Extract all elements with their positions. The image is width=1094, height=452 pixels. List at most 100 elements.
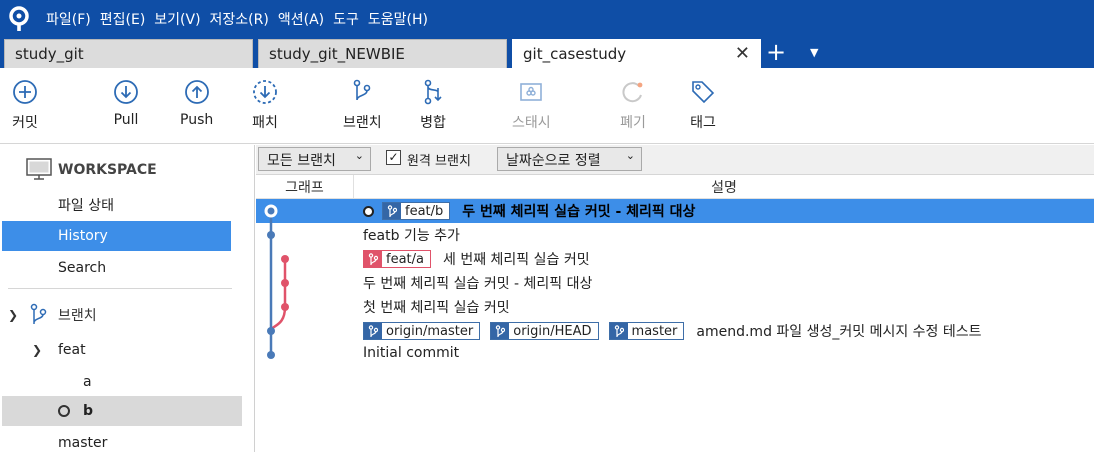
chevron-down-icon[interactable]: ❯ (8, 308, 18, 322)
tag-icon (692, 81, 715, 104)
sidebar-item-label: Search (58, 260, 107, 276)
sidebar-item-search[interactable]: Search (0, 253, 242, 283)
branch-filter-dropdown[interactable]: 모든 브랜치 ⌄ (258, 147, 371, 171)
graph-line-branch-merge (269, 306, 287, 332)
menu-edit[interactable]: 편집(E) (100, 9, 146, 29)
graph-commit-node (281, 255, 289, 263)
branch-ref-label[interactable]: feat/b (382, 202, 451, 220)
commit-message: 세 번째 체리픽 실습 커밋 (442, 252, 590, 268)
discard-button[interactable]: 폐기 (619, 78, 647, 132)
sidebar-branch-master[interactable]: master (0, 428, 242, 452)
graph-head-node-center (267, 207, 275, 215)
branch-group-label: feat (58, 342, 86, 358)
push-icon (184, 80, 209, 104)
push-button[interactable]: Push (180, 78, 213, 128)
current-branch-icon (58, 405, 70, 417)
branch-label: b (83, 403, 94, 419)
tab-study-git[interactable]: study_git (4, 39, 253, 68)
stash-icon (520, 83, 543, 101)
chevron-down-icon: ⌄ (354, 149, 364, 162)
merge-icon (424, 79, 442, 105)
commit-description: origin/master origin/HEAD master amend.md 파… (363, 321, 982, 341)
sidebar: WORKSPACE 파일 상태 History Search ❯ 브랜치 ❯ f… (0, 145, 255, 452)
tab-label: study_git (15, 45, 84, 63)
chevron-down-icon[interactable]: ▼ (810, 46, 818, 59)
branch-ref-label[interactable]: origin/master (363, 322, 481, 340)
add-tab-icon[interactable]: + (766, 40, 786, 64)
commit-button[interactable]: 커밋 (11, 78, 39, 132)
sidebar-branches-header[interactable]: ❯ 브랜치 (0, 300, 242, 330)
commit-description: 두 번째 체리픽 실습 커밋 - 체리픽 대상 (363, 273, 592, 293)
commit-row[interactable]: 두 번째 체리픽 실습 커밋 - 체리픽 대상 (256, 271, 1094, 295)
tab-label: study_git_NEWBIE (269, 45, 405, 63)
head-indicator-icon (363, 205, 374, 217)
commit-row[interactable]: featb 기능 추가 (256, 223, 1094, 247)
discard-icon (622, 82, 643, 103)
branch-ref-name: origin/HEAD (513, 323, 592, 339)
commit-row[interactable]: origin/master origin/HEAD master amend.md 파… (256, 319, 1094, 343)
branch-icon (364, 251, 382, 267)
sort-value: 날짜순으로 정렬 (506, 153, 601, 169)
menu-repository[interactable]: 저장소(R) (210, 9, 269, 29)
branch-icon (383, 203, 401, 219)
branch-ref-label[interactable]: origin/HEAD (490, 322, 599, 340)
sidebar-item-history[interactable]: History (2, 221, 231, 251)
menu-view[interactable]: 보기(V) (154, 9, 200, 29)
menu-bar: 파일(F) 편집(E) 보기(V) 저장소(R) 액션(A) 도구 도움말(H) (0, 0, 1094, 38)
column-header-description[interactable]: 설명 (354, 175, 1094, 199)
monitor-icon (26, 158, 52, 180)
remote-branches-checkbox[interactable]: ✓ (386, 150, 401, 165)
tab-study-git-newbie[interactable]: study_git_NEWBIE (258, 39, 507, 68)
commit-graph (264, 204, 289, 359)
commit-description: 첫 번째 체리픽 실습 커밋 (363, 297, 510, 317)
commit-row[interactable]: Initial commit (256, 343, 1094, 367)
commit-description: feat/b 두 번째 체리픽 실습 커밋 - 체리픽 대상 (363, 201, 695, 221)
history-filter-bar: 모든 브랜치 ⌄ ✓ 원격 브랜치 날짜순으로 정렬 ⌄ (256, 145, 1094, 175)
branch-ref-name: origin/master (386, 323, 474, 339)
sidebar-branch-group-feat[interactable]: ❯ feat (0, 335, 242, 365)
commit-row[interactable]: 첫 번째 체리픽 실습 커밋 (256, 295, 1094, 319)
sort-dropdown[interactable]: 날짜순으로 정렬 ⌄ (497, 147, 642, 171)
branch-label: a (83, 374, 92, 390)
tab-git-casestudy[interactable]: git_casestudy ✕ (512, 39, 761, 68)
menu-actions[interactable]: 액션(A) (278, 9, 324, 29)
close-icon[interactable]: ✕ (735, 43, 750, 64)
stash-button[interactable]: 스태시 (512, 78, 551, 132)
commit-row[interactable]: feat/b 두 번째 체리픽 실습 커밋 - 체리픽 대상 (256, 199, 1094, 223)
branch-icon (354, 79, 371, 101)
graph-commit-node (281, 279, 289, 287)
graph-commit-node (267, 351, 275, 359)
menu-help[interactable]: 도움말(H) (368, 9, 428, 29)
graph-commit-node (267, 231, 275, 239)
sidebar-branch-feat-a[interactable]: a (0, 367, 242, 397)
commit-icon (13, 80, 37, 104)
column-header-graph[interactable]: 그래프 (256, 175, 354, 199)
branch-ref-label[interactable]: master (608, 322, 685, 340)
commit-row[interactable]: feat/a 세 번째 체리픽 실습 커밋 (256, 247, 1094, 271)
repo-tab-bar: study_git study_git_NEWBIE git_casestudy… (0, 38, 1094, 68)
merge-button[interactable]: 병합 (419, 78, 447, 132)
commit-message: Initial commit (363, 345, 460, 361)
sidebar-branch-feat-b[interactable]: b (2, 396, 242, 426)
commit-message: 두 번째 체리픽 실습 커밋 - 체리픽 대상 (363, 276, 593, 292)
commit-message: 첫 번째 체리픽 실습 커밋 (363, 300, 510, 316)
commit-message: amend.md 파일 생성_커밋 메시지 수정 테스트 (696, 324, 982, 340)
branch-icon (364, 323, 382, 339)
sidebar-item-label: History (58, 228, 108, 244)
branch-ref-label[interactable]: feat/a (363, 250, 431, 268)
menu-tools[interactable]: 도구 (333, 9, 359, 29)
commit-description: featb 기능 추가 (363, 225, 460, 245)
pull-button[interactable]: Pull (112, 78, 140, 128)
commit-list: feat/b 두 번째 체리픽 실습 커밋 - 체리픽 대상 featb 기능 추가… (256, 199, 1094, 452)
commit-description: feat/a 세 번째 체리픽 실습 커밋 (363, 249, 590, 269)
branch-icon (30, 303, 47, 324)
patch-button[interactable]: 패치 (251, 78, 279, 132)
chevron-down-icon[interactable]: ❯ (32, 343, 42, 357)
sidebar-item-file-status[interactable]: 파일 상태 (0, 190, 242, 220)
remote-branches-label: 원격 브랜치 (407, 154, 471, 169)
branch-ref-name: feat/a (386, 251, 424, 267)
menu-file[interactable]: 파일(F) (46, 9, 91, 29)
patch-icon (253, 80, 277, 104)
tag-button[interactable]: 태그 (689, 78, 717, 132)
branch-button[interactable]: 브랜치 (343, 78, 382, 132)
